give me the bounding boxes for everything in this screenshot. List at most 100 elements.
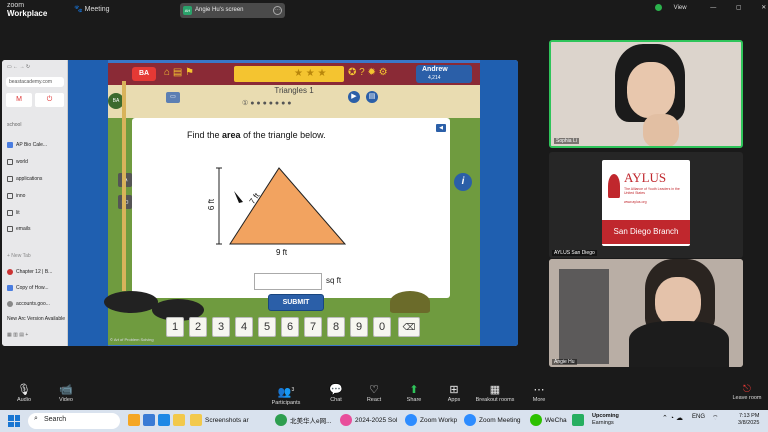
cursor-icon (234, 191, 243, 203)
apps-button[interactable]: ⊞ Apps (434, 383, 474, 403)
taskbar-app-chrome[interactable]: 北美华人e网... (275, 414, 332, 426)
number-keypad: 1 2 3 4 5 6 7 8 9 0 ⌫ (166, 317, 420, 339)
meeting-menu[interactable]: 🐾 Meeting (74, 5, 110, 13)
key-1[interactable]: 1 (166, 317, 184, 337)
url-bar[interactable]: beastacademy.com (6, 77, 64, 87)
key-2[interactable]: 2 (189, 317, 207, 337)
upcoming-earnings-widget[interactable]: Upcoming Earnings (592, 413, 619, 427)
play-icon[interactable]: ▶ (348, 91, 360, 103)
new-tab-button[interactable]: + New Tab (7, 253, 31, 259)
edge-icon (158, 414, 170, 426)
star-icons: ★ ★ ★ (294, 68, 327, 79)
browser-nav-icons[interactable]: ▭ ← → ↻ (7, 64, 30, 70)
more-options-icon[interactable]: ⋯ (273, 6, 282, 15)
tray-icons[interactable]: ⌃ ◔ ☁ (662, 414, 683, 422)
gmail-icon[interactable]: M (6, 93, 32, 107)
shared-screen: ▭ ← → ↻ beastacademy.com M ⏻ school AP B… (2, 60, 518, 346)
key-3[interactable]: 3 (212, 317, 230, 337)
leave-room-button[interactable]: ⎋ Leave room (731, 384, 763, 401)
language-indicator[interactable]: ENG (692, 414, 705, 420)
book-icon[interactable]: ▤ (366, 91, 378, 103)
key-6[interactable]: 6 (281, 317, 299, 337)
participants-button[interactable]: 👥3 Participants (266, 383, 306, 406)
power-icon[interactable]: ⏻ (35, 93, 64, 107)
tab-2[interactable]: accounts.goo... (7, 301, 50, 307)
react-button[interactable]: ♡ React (354, 383, 394, 403)
folder-icon (7, 226, 13, 232)
left-stripe (68, 60, 108, 346)
sidebar-item-5[interactable]: emails (7, 226, 30, 232)
minimize-icon[interactable]: — (710, 5, 716, 11)
audio-button[interactable]: 🎙 Audio (4, 383, 44, 403)
section-label: school (7, 122, 22, 128)
task-view-icon (143, 414, 155, 426)
key-4[interactable]: 4 (235, 317, 253, 337)
hat-decoration (390, 291, 430, 313)
taskbar-app-wechat[interactable]: WeCha (530, 414, 567, 426)
zoom-logo: zoom Workplace (7, 2, 48, 18)
app-icon (572, 414, 584, 426)
speaker-icon[interactable]: ◀ (436, 124, 446, 132)
windows-taskbar: ⌕ Search Screenshots ar 北美华人e网... 2024-2… (0, 410, 768, 432)
taskbar-widgets[interactable] (128, 414, 185, 426)
tab-0[interactable]: Chapter 12 | B... (7, 269, 52, 275)
windows-start-icon[interactable] (8, 415, 20, 427)
tab-1[interactable]: Copy of How... (7, 285, 49, 291)
network-icon[interactable]: ⌔ (712, 414, 719, 423)
video-tile-angie[interactable]: Angie Hu (549, 259, 743, 367)
wechat-icon (530, 414, 542, 426)
heart-icon: ♡ (369, 384, 379, 396)
screen-share-pill[interactable]: AH Angie Hu's screen ⋯ (180, 3, 285, 18)
answer-input[interactable] (254, 273, 322, 290)
submit-button[interactable]: SUBMIT (268, 294, 324, 311)
sidebar-item-2[interactable]: applications (7, 176, 42, 182)
folder-icon (7, 210, 13, 216)
backspace-icon[interactable]: ⌫ (398, 317, 420, 337)
key-5[interactable]: 5 (258, 317, 276, 337)
widgets-icon (128, 414, 140, 426)
key-0[interactable]: 0 (373, 317, 391, 337)
view-button[interactable]: View (674, 5, 687, 11)
player-badge[interactable]: Andrew 4,214 (416, 65, 472, 83)
nav-icons[interactable]: ⌂ ▤ ⚑ (164, 67, 194, 78)
sidebar-item-0[interactable]: AP Bio Cale... (7, 142, 47, 148)
info-icon[interactable]: i (454, 173, 472, 191)
taskbar-app-screenshots[interactable]: Screenshots ar (190, 414, 249, 426)
zoom-icon (405, 414, 417, 426)
video-button[interactable]: 📹 Video (46, 383, 86, 403)
participant-face (655, 277, 701, 327)
taskbar-app-zoom-workplace[interactable]: Zoom Workp (405, 414, 457, 426)
breakout-rooms-button[interactable]: ▦ Breakout rooms (472, 383, 518, 403)
maximize-icon[interactable]: ▢ (736, 5, 742, 11)
chat-button[interactable]: 💬 Chat (316, 383, 356, 403)
exit-icon: ⎋ (743, 384, 751, 395)
clock[interactable]: 7:13 PM 3/8/2025 (738, 413, 759, 427)
sidebar-item-1[interactable]: world (7, 159, 28, 165)
taskbar-app-arc[interactable]: 2024-2025 Sol (340, 414, 397, 426)
ba-logo[interactable]: BA (132, 67, 156, 81)
problem-card: Find the area of the triangle below. 6 f… (132, 118, 450, 298)
key-9[interactable]: 9 (350, 317, 368, 337)
video-icon[interactable]: ▭ (166, 92, 180, 103)
update-notice[interactable]: New Arc Version Available (7, 316, 65, 322)
video-tile-sophia[interactable]: Sophia Li (549, 40, 743, 148)
key-7[interactable]: 7 (304, 317, 322, 337)
share-button[interactable]: ⬆ Share (394, 383, 434, 403)
help-icons[interactable]: ✪ ? ✹ ⚙ (348, 67, 388, 78)
taskbar-search[interactable]: ⌕ Search (28, 413, 120, 429)
key-8[interactable]: 8 (327, 317, 345, 337)
chat-icon: 💬 (329, 384, 343, 396)
more-button[interactable]: ⋯ More (519, 383, 559, 403)
sidebar-item-4[interactable]: lit (7, 210, 20, 216)
taskbar-misc-icons[interactable] (572, 414, 584, 426)
share-label: Angie Hu's screen (195, 7, 244, 13)
grid-icon: ▦ (489, 384, 501, 396)
close-icon[interactable]: ✕ (761, 5, 766, 11)
taskbar-app-zoom-meeting[interactable]: Zoom Meeting (464, 414, 521, 426)
sidebar-item-3[interactable]: inno (7, 193, 25, 199)
participant-name: AYLUS San Diego (552, 250, 597, 256)
chrome-icon (275, 414, 287, 426)
video-tile-aylus[interactable]: AYLUS The Alliance of Youth Leaders in t… (549, 152, 743, 258)
bottom-icons[interactable]: ▦ ▥ ▤ + (7, 332, 28, 338)
problem-dots[interactable]: ① ● ● ● ● ● ● ● (242, 99, 292, 107)
